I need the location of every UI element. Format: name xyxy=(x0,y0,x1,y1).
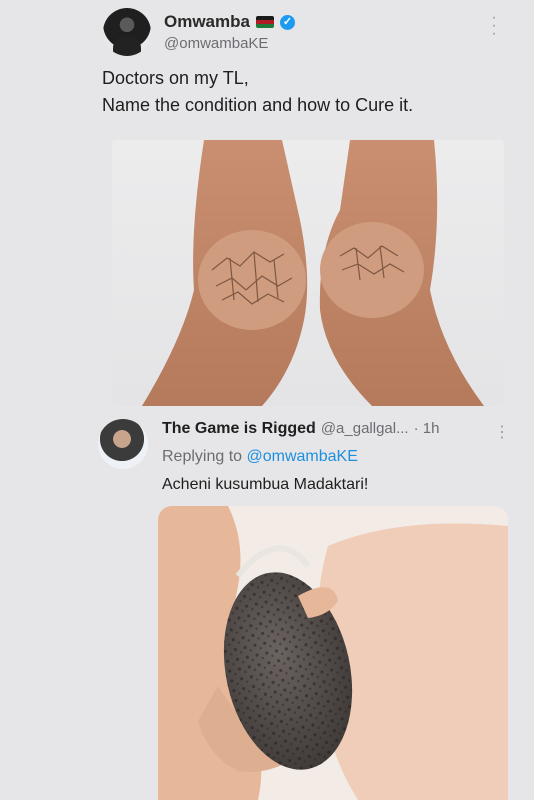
replying-prefix: Replying to xyxy=(162,448,243,465)
main-tweet[interactable]: Omwamba ✓ @omwambaKE · · · Doctors on my T… xyxy=(0,0,534,410)
reply-avatar[interactable] xyxy=(98,419,148,469)
handle[interactable]: @omwambaKE xyxy=(164,35,268,52)
kenya-flag-icon xyxy=(255,16,274,28)
reply-tweet[interactable]: The Game is Rigged @a_gallgal... · 1h ⋮ … xyxy=(0,410,534,800)
reply-author-row: The Game is Rigged @a_gallgal... · 1h xyxy=(162,420,439,438)
author-row: Omwamba ✓ xyxy=(164,12,295,32)
pumice-stone-image xyxy=(158,506,508,800)
tweet-photo[interactable] xyxy=(112,140,504,406)
cracked-heels-image xyxy=(142,140,484,406)
more-options-icon[interactable]: ⋮ xyxy=(494,422,510,442)
replying-to: Replying to @omwambaKE xyxy=(162,448,358,466)
display-name[interactable]: Omwamba xyxy=(164,12,250,32)
reply-text: Acheni kusumbua Madaktari! xyxy=(162,476,369,493)
reply-timestamp[interactable]: · 1h xyxy=(414,420,440,437)
reply-handle[interactable]: @a_gallgal... xyxy=(321,420,409,437)
more-options-icon[interactable]: · · · xyxy=(486,10,502,42)
avatar[interactable] xyxy=(103,8,151,56)
verified-badge-icon: ✓ xyxy=(279,14,295,30)
tweet-text-line-2: Name the condition and how to Cure it. xyxy=(102,95,414,115)
tweet-text-line-1: Doctors on my TL, xyxy=(102,68,249,88)
mention-link[interactable]: @omwambaKE xyxy=(247,448,358,465)
reply-photo[interactable] xyxy=(158,506,508,800)
tweet-text: Doctors on my TL, Name the condition and… xyxy=(102,65,522,119)
reply-display-name[interactable]: The Game is Rigged xyxy=(162,420,316,438)
